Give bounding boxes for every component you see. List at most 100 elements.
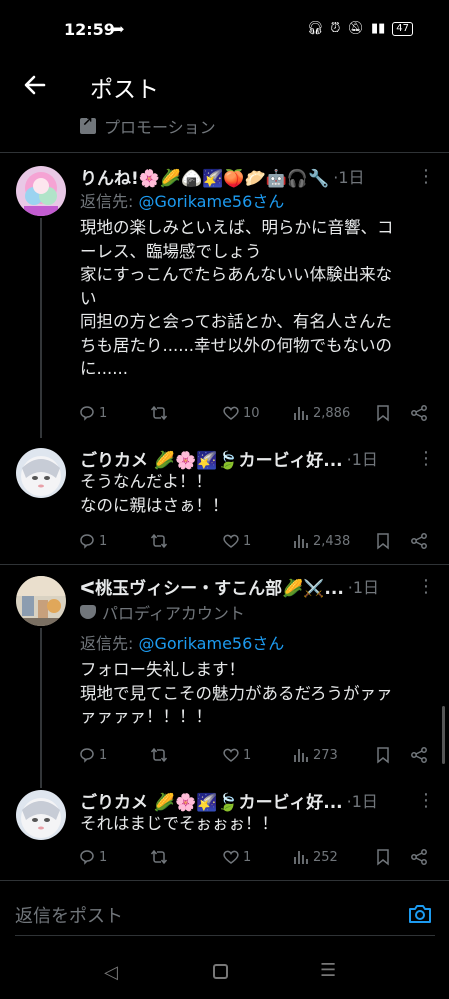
tweet-text-line: ァァァァ！！！！	[80, 707, 212, 726]
retweet-icon	[150, 533, 168, 549]
bookmark-button[interactable]	[374, 746, 410, 764]
scrollbar[interactable]	[442, 706, 445, 764]
reply-button[interactable]: 1	[78, 532, 150, 550]
reply-button[interactable]: 1	[78, 848, 150, 866]
reply-prefix: 返信先:	[80, 192, 139, 211]
more-options-icon[interactable]: ⋮	[417, 166, 435, 187]
reply-context: 返信先: @Gorikame56さん	[80, 188, 284, 212]
share-icon	[411, 849, 427, 865]
mute-icon: 🔕︎	[347, 21, 364, 36]
timestamp[interactable]: ·1日	[347, 788, 378, 812]
display-name[interactable]: りんね!🌸🌽🍙🌠🍑🥟🤖🎧🔧	[80, 164, 329, 189]
share-icon	[411, 533, 427, 549]
views-button[interactable]: 2,886	[292, 404, 374, 422]
share-icon	[411, 405, 427, 421]
share-icon	[411, 747, 427, 763]
avatar[interactable]	[16, 448, 66, 498]
share-button[interactable]	[410, 404, 428, 422]
like-count: 1	[243, 533, 252, 549]
bookmark-icon	[377, 849, 389, 866]
system-nav-bar: ◁ ☰	[0, 950, 449, 999]
like-button[interactable]: 1	[222, 848, 292, 866]
tweet-actions: 1 1 273	[78, 744, 433, 766]
timestamp[interactable]: ·1日	[348, 574, 379, 598]
reply-icon	[80, 850, 94, 865]
reply-icon	[80, 406, 94, 421]
tweet-text-line: 現地の楽しみといえば、明らかに音響、コ	[80, 218, 394, 237]
share-button[interactable]	[410, 848, 428, 866]
mention-link[interactable]: @Gorikame56さん	[138, 634, 284, 653]
status-time: 12:59	[64, 20, 115, 39]
nav-back-icon[interactable]: ◁	[104, 962, 118, 983]
parody-label: パロディアカウント	[80, 600, 245, 624]
share-button[interactable]	[410, 746, 428, 764]
status-icons: 🎧︎ ⏰︎ 🔕︎ ▮▮ 47	[307, 22, 413, 36]
thread-line	[40, 218, 42, 438]
view-count: 273	[313, 747, 338, 763]
more-options-icon[interactable]: ⋮	[417, 448, 435, 469]
tweet-text-line: 現地で見てこその魅力があるだろうがァァ	[80, 683, 393, 703]
tweet-text-line: そうなんだよ！！	[80, 472, 212, 491]
avatar[interactable]	[16, 790, 66, 840]
tweet[interactable]: ᐸ桃玉ヴィシー・すこん部🌽⚔️... ·1日 ⋮ パロディアカウント 返信先: …	[0, 564, 449, 788]
tweet[interactable]: りんね!🌸🌽🍙🌠🍑🥟🤖🎧🔧 ·1日 ⋮ 返信先: @Gorikame56さん 現…	[0, 152, 449, 438]
views-button[interactable]: 252	[292, 848, 374, 866]
like-button[interactable]: 10	[222, 404, 292, 422]
divider	[0, 880, 449, 881]
nav-recents-icon[interactable]: ☰	[320, 960, 336, 981]
display-name[interactable]: ᐸ桃玉ヴィシー・すこん部🌽⚔️...	[80, 574, 344, 599]
reply-button[interactable]: 1	[78, 404, 150, 422]
tweet[interactable]: ごりカメ 🌽🌸🌠🍃カービィ好... ·1日 ⋮ そうなんだよ！！ なのに親はさぁ…	[0, 434, 449, 562]
tweet-text-line: 同担の方と会ってお話とか、有名人さんた	[80, 312, 392, 331]
more-options-icon[interactable]: ⋮	[417, 576, 435, 597]
tweet[interactable]: ごりカメ 🌽🌸🌠🍃カービィ好... ·1日 ⋮ それはまじでそぉぉぉ！！ 1 1…	[0, 778, 449, 878]
share-button[interactable]	[410, 532, 428, 550]
views-button[interactable]: 2,438	[292, 532, 374, 550]
like-button[interactable]: 1	[222, 746, 292, 764]
views-icon	[294, 407, 308, 420]
tweet-actions: 1 10 2,886	[78, 402, 433, 424]
heart-icon	[223, 850, 239, 864]
reply-input[interactable]: 返信をポスト	[15, 902, 123, 928]
view-count: 2,886	[313, 405, 351, 421]
headphones-icon: 🎧︎	[306, 21, 324, 36]
retweet-icon	[150, 747, 168, 763]
views-button[interactable]: 273	[292, 746, 374, 764]
timestamp[interactable]: ·1日	[333, 164, 364, 188]
mask-icon	[80, 605, 96, 619]
reply-composer: 返信をポスト	[15, 896, 435, 936]
tweet-header: りんね!🌸🌽🍙🌠🍑🥟🤖🎧🔧 ·1日 ⋮	[80, 164, 435, 189]
tweet-text: 現地の楽しみといえば、明らかに音響、コ ーレス、臨場感でしょう 家にすっこんでた…	[80, 216, 435, 381]
bookmark-button[interactable]	[374, 848, 410, 866]
like-button[interactable]: 1	[222, 532, 292, 550]
nav-home-icon[interactable]	[213, 964, 228, 979]
tweet-actions: 1 1 252	[78, 846, 433, 868]
tweet-header: ᐸ桃玉ヴィシー・すこん部🌽⚔️... ·1日 ⋮	[80, 574, 435, 599]
retweet-button[interactable]	[150, 532, 222, 550]
bookmark-icon	[377, 405, 389, 422]
reply-count: 1	[99, 405, 108, 421]
timestamp[interactable]: ·1日	[347, 446, 378, 470]
bookmark-button[interactable]	[374, 532, 410, 550]
avatar[interactable]	[16, 166, 66, 216]
retweet-button[interactable]	[150, 848, 222, 866]
camera-icon[interactable]	[407, 902, 433, 926]
reply-button[interactable]: 1	[78, 746, 150, 764]
retweet-button[interactable]	[150, 404, 222, 422]
display-name[interactable]: ごりカメ 🌽🌸🌠🍃カービィ好...	[80, 446, 343, 471]
bookmark-icon	[377, 747, 389, 764]
retweet-button[interactable]	[150, 746, 222, 764]
back-arrow-icon[interactable]	[20, 70, 50, 100]
mention-link[interactable]: @Gorikame56さん	[138, 192, 284, 211]
avatar[interactable]	[16, 576, 66, 626]
view-count: 2,438	[313, 533, 351, 549]
promoted-icon	[80, 115, 96, 134]
bookmark-icon	[377, 533, 389, 550]
promotion-label: プロモーション	[80, 114, 216, 138]
bookmark-button[interactable]	[374, 404, 410, 422]
promotion-text: プロモーション	[104, 118, 216, 137]
like-count: 1	[243, 849, 252, 865]
display-name[interactable]: ごりカメ 🌽🌸🌠🍃カービィ好...	[80, 788, 343, 813]
retweet-icon	[150, 405, 168, 421]
more-options-icon[interactable]: ⋮	[417, 790, 435, 811]
